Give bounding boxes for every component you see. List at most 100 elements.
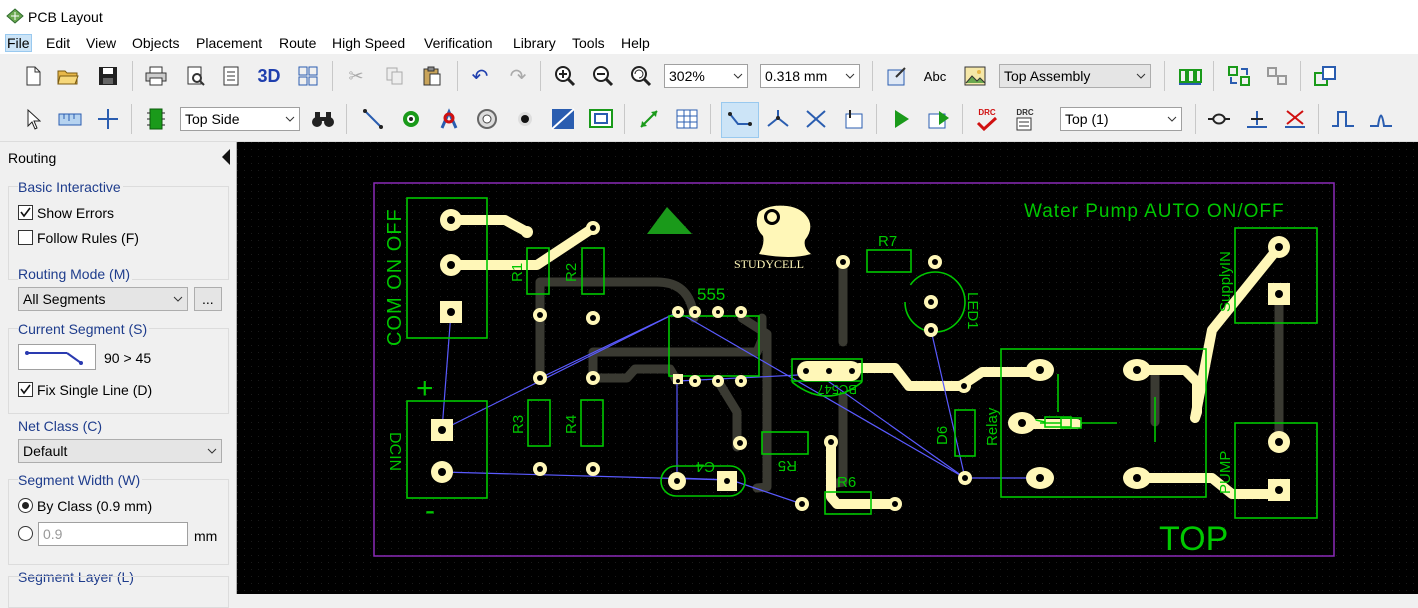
- chevron-down-icon: [207, 448, 217, 454]
- component-wizard-icon[interactable]: [1312, 63, 1338, 89]
- net-class-label: Net Class (C): [18, 418, 105, 434]
- cut-icon[interactable]: ✂: [343, 63, 369, 89]
- by-class-radio[interactable]: By Class (0.9 mm): [18, 498, 152, 514]
- drc-report-icon[interactable]: DRC: [1012, 106, 1038, 132]
- route-diffpair-icon[interactable]: [765, 106, 791, 132]
- net-tie-icon[interactable]: [1244, 106, 1270, 132]
- pulse-icon[interactable]: [1330, 106, 1356, 132]
- ref-555: 555: [697, 285, 725, 304]
- print-preview-icon[interactable]: [183, 63, 209, 89]
- image-tool-icon[interactable]: [962, 63, 988, 89]
- align-components-icon[interactable]: [1177, 63, 1203, 89]
- 3d-view-icon[interactable]: 3D: [256, 63, 282, 89]
- open-folder-icon[interactable]: [55, 63, 81, 89]
- zoom-in-icon[interactable]: [552, 63, 578, 89]
- show-errors-checkbox[interactable]: Show Errors: [18, 205, 114, 221]
- signal-edge-icon[interactable]: [1368, 106, 1394, 132]
- panels-icon[interactable]: [295, 63, 321, 89]
- layer-select[interactable]: Top (1): [1060, 107, 1182, 131]
- title-bar: PCB Layout: [0, 0, 1418, 32]
- route-trace-icon[interactable]: [721, 102, 759, 138]
- zoom-select[interactable]: 302%: [664, 64, 748, 88]
- custom-width-radio[interactable]: [18, 526, 37, 542]
- ungroup-icon[interactable]: [1264, 63, 1290, 89]
- radio-selected-icon: [18, 498, 33, 513]
- menu-file[interactable]: File: [5, 34, 32, 52]
- new-file-icon[interactable]: [20, 63, 46, 89]
- ref-supplyin: SupplyIN: [1217, 251, 1234, 312]
- net-class-select[interactable]: Default: [18, 439, 222, 463]
- view-mode-select[interactable]: Top Assembly: [999, 64, 1151, 88]
- grid-select[interactable]: 0.318 mm: [760, 64, 860, 88]
- menu-route[interactable]: Route: [278, 35, 317, 51]
- via-tool-icon[interactable]: [398, 106, 424, 132]
- drc-check-icon[interactable]: DRC: [974, 106, 1000, 132]
- connector-left-label: COM ON OFF: [384, 208, 406, 346]
- zoom-fit-icon[interactable]: [628, 63, 654, 89]
- point-tool-icon[interactable]: [512, 106, 538, 132]
- segment-angle-preview[interactable]: [18, 344, 96, 370]
- menu-placement[interactable]: Placement: [195, 35, 263, 51]
- find-binoculars-icon[interactable]: [310, 106, 336, 132]
- board-title: Water Pump AUTO ON/OFF: [1024, 201, 1285, 222]
- follow-rules-checkbox[interactable]: Follow Rules (F): [18, 230, 139, 246]
- checkbox-checked-icon: [18, 205, 33, 220]
- basic-interactive-label: Basic Interactive: [18, 179, 123, 195]
- side-select[interactable]: Top Side: [180, 107, 300, 131]
- menu-view[interactable]: View: [85, 35, 117, 51]
- dcin-label: DCIN: [386, 432, 403, 471]
- menu-high-speed[interactable]: High Speed: [331, 35, 406, 51]
- arc-tool-icon[interactable]: [436, 106, 462, 132]
- length-tuning-icon[interactable]: [1206, 106, 1232, 132]
- copy-icon[interactable]: [382, 63, 408, 89]
- save-icon[interactable]: [95, 63, 121, 89]
- select-pointer-icon[interactable]: [20, 106, 46, 132]
- routing-mode-select[interactable]: All Segments: [18, 287, 188, 311]
- unroute-icon[interactable]: [1282, 106, 1308, 132]
- menu-tools[interactable]: Tools: [571, 35, 606, 51]
- origin-icon[interactable]: [95, 106, 121, 132]
- route-edit-icon[interactable]: [841, 106, 867, 132]
- properties-icon[interactable]: [884, 63, 910, 89]
- measure-icon[interactable]: [57, 106, 83, 132]
- table-icon[interactable]: [674, 106, 700, 132]
- report-icon[interactable]: [218, 63, 244, 89]
- radio-unselected-icon: [18, 526, 33, 541]
- segment-width-label: Segment Width (W): [18, 472, 143, 488]
- menu-library[interactable]: Library: [512, 35, 557, 51]
- undo-icon[interactable]: ↶: [467, 63, 493, 89]
- route-step-icon[interactable]: [926, 106, 952, 132]
- print-icon[interactable]: [143, 63, 169, 89]
- copper-pour-icon[interactable]: [550, 106, 576, 132]
- menu-objects[interactable]: Objects: [131, 35, 180, 51]
- ref-bc547: BC547: [817, 382, 857, 397]
- trace-tool-icon[interactable]: [360, 106, 386, 132]
- swap-components-icon[interactable]: [1226, 63, 1252, 89]
- menu-verification[interactable]: Verification: [423, 35, 493, 51]
- segment-layer-group: [8, 576, 229, 608]
- fix-single-line-checkbox[interactable]: Fix Single Line (D): [18, 382, 152, 398]
- minus-label: -: [425, 494, 435, 527]
- run-autorouter-icon[interactable]: [888, 106, 914, 132]
- chevron-down-icon: [285, 116, 295, 122]
- zoom-out-icon[interactable]: [590, 63, 616, 89]
- dimension-icon[interactable]: [636, 106, 662, 132]
- menu-help[interactable]: Help: [620, 35, 651, 51]
- routing-mode-more-button[interactable]: ...: [194, 287, 222, 311]
- route-multiple-icon[interactable]: [803, 106, 829, 132]
- main-toolbar: 3D ✂ ↶ ↷ 302% 0.318 mm Abc Top Assembly: [0, 55, 1418, 99]
- pcb-board-view[interactable]: STUDYCELL Water Pump AUTO ON/OFF TOP COM…: [237, 142, 1418, 594]
- paste-icon[interactable]: [419, 63, 445, 89]
- custom-width-input[interactable]: 0.9: [38, 522, 188, 546]
- pcb-canvas[interactable]: STUDYCELL Water Pump AUTO ON/OFF TOP COM…: [237, 142, 1418, 594]
- collapse-panel-icon[interactable]: [220, 148, 232, 166]
- ref-relay: Relay: [984, 407, 1001, 446]
- menu-edit[interactable]: Edit: [45, 35, 71, 51]
- redo-icon[interactable]: ↷: [505, 63, 531, 89]
- image-place-icon[interactable]: [588, 106, 614, 132]
- text-tool-icon[interactable]: Abc: [922, 63, 948, 89]
- segment-angle-text: 90 > 45: [104, 350, 152, 366]
- component-icon[interactable]: [143, 106, 169, 132]
- pad-tool-icon[interactable]: [474, 106, 500, 132]
- checkbox-checked-icon: [18, 382, 33, 397]
